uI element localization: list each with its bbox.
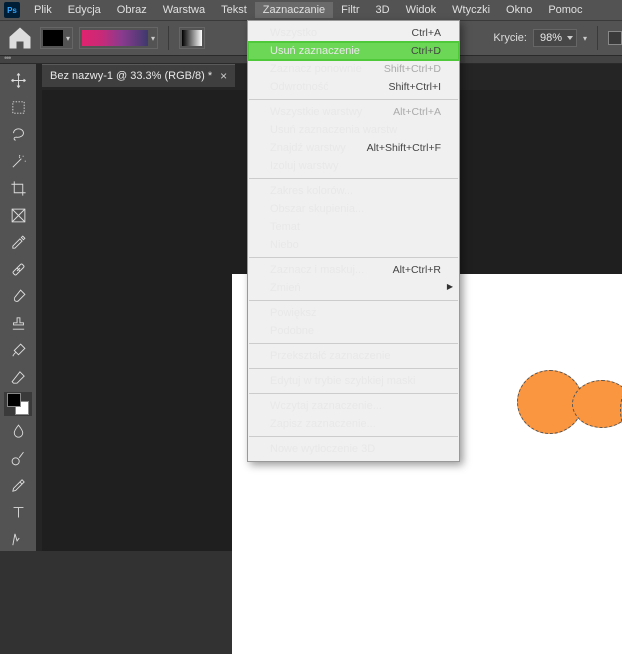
gradient-type[interactable]: [179, 27, 205, 49]
menu-item-temat[interactable]: Temat: [248, 218, 459, 236]
menu-wtyczki[interactable]: Wtyczki: [444, 2, 498, 18]
tool-marquee[interactable]: [4, 95, 32, 119]
opacity-label: Krycie:: [493, 32, 527, 44]
tool-stamp[interactable]: [4, 311, 32, 335]
tool-pen[interactable]: [4, 473, 32, 497]
option-checkbox[interactable]: [608, 31, 622, 45]
tool-path[interactable]: [4, 527, 32, 551]
menu-warstwa[interactable]: Warstwa: [155, 2, 213, 18]
menu-plik[interactable]: Plik: [26, 2, 60, 18]
tool-lasso[interactable]: [4, 122, 32, 146]
menu-item-powi-ksz[interactable]: Powiększ: [248, 304, 459, 322]
tool-move[interactable]: [4, 68, 32, 92]
menu-zaznaczanie[interactable]: Zaznaczanie: [255, 2, 333, 18]
home-icon[interactable]: [6, 24, 34, 52]
tool-blur[interactable]: [4, 419, 32, 443]
tool-eyedrop[interactable]: [4, 230, 32, 254]
menu-item-usu-zaznaczenie[interactable]: Usuń zaznaczenieCtrl+D: [248, 42, 459, 60]
menu-widok[interactable]: Widok: [398, 2, 445, 18]
opacity-chevron[interactable]: ▾: [583, 34, 587, 43]
menu-item-znajd-warstwy[interactable]: Znajdź warstwyAlt+Shift+Ctrl+F: [248, 139, 459, 157]
menu-obraz[interactable]: Obraz: [109, 2, 155, 18]
select-menu-dropdown: WszystkoCtrl+AUsuń zaznaczenieCtrl+DZazn…: [247, 20, 460, 462]
menu-okno[interactable]: Okno: [498, 2, 540, 18]
tool-crop[interactable]: [4, 176, 32, 200]
foreground-swatch[interactable]: ▾: [40, 27, 73, 49]
tool-gradient[interactable]: [4, 392, 32, 416]
close-icon[interactable]: ×: [220, 69, 227, 83]
menu-item-zakres-kolor-w-[interactable]: Zakres kolorów...: [248, 182, 459, 200]
menu-item-edytuj-w-trybie-szybkiej-maski[interactable]: Edytuj w trybie szybkiej maski: [248, 372, 459, 390]
menu-item-przekszta-zaznaczenie[interactable]: Przekształć zaznaczenie: [248, 347, 459, 365]
gradient-picker[interactable]: ▾: [79, 27, 158, 49]
menu-item-zaznacz-ponownie: Zaznacz ponownieShift+Ctrl+D: [248, 60, 459, 78]
menu-item-usu-zaznaczenia-warstw: Usuń zaznaczenia warstw: [248, 121, 459, 139]
menu-item-niebo[interactable]: Niebo: [248, 236, 459, 254]
menu-item-izoluj-warstwy: Izoluj warstwy: [248, 157, 459, 175]
tool-heal[interactable]: [4, 257, 32, 281]
menu-item-zaznacz-i-maskuj-[interactable]: Zaznacz i maskuj...Alt+Ctrl+R: [248, 261, 459, 279]
opacity-value[interactable]: 98%: [533, 29, 577, 47]
menu-3d[interactable]: 3D: [368, 2, 398, 18]
menu-item-odwrotno-[interactable]: OdwrotnośćShift+Ctrl+I: [248, 78, 459, 96]
app-logo: Ps: [4, 2, 20, 18]
menu-item-wszystko[interactable]: WszystkoCtrl+A: [248, 24, 459, 42]
menu-item-nowe-wyt-oczenie-3d: Nowe wytłoczenie 3D: [248, 440, 459, 458]
menu-filtr[interactable]: Filtr: [333, 2, 367, 18]
toolbar: [0, 64, 36, 551]
tool-type[interactable]: [4, 500, 32, 524]
menu-item-obszar-skupienia-[interactable]: Obszar skupienia...: [248, 200, 459, 218]
menu-tekst[interactable]: Tekst: [213, 2, 255, 18]
document-tab[interactable]: Bez nazwy-1 @ 33.3% (RGB/8) * ×: [42, 64, 235, 87]
menu-item-podobne[interactable]: Podobne: [248, 322, 459, 340]
menu-item-zapisz-zaznaczenie-[interactable]: Zapisz zaznaczenie...: [248, 415, 459, 433]
tab-title: Bez nazwy-1 @ 33.3% (RGB/8) *: [50, 70, 212, 82]
menubar: Ps PlikEdycjaObrazWarstwaTekstZaznaczani…: [0, 0, 622, 20]
tool-frame[interactable]: [4, 203, 32, 227]
menu-item-wszystkie-warstwy: Wszystkie warstwyAlt+Ctrl+A: [248, 103, 459, 121]
selection-blob: [572, 380, 622, 428]
tool-eraser[interactable]: [4, 365, 32, 389]
tool-history[interactable]: [4, 338, 32, 362]
menu-edycja[interactable]: Edycja: [60, 2, 109, 18]
menu-pomoc[interactable]: Pomoc: [540, 2, 590, 18]
tool-brush[interactable]: [4, 284, 32, 308]
tool-wand[interactable]: [4, 149, 32, 173]
menu-item-wczytaj-zaznaczenie-: Wczytaj zaznaczenie...: [248, 397, 459, 415]
menu-item-zmie-[interactable]: Zmień: [248, 279, 459, 297]
tool-dodge[interactable]: [4, 446, 32, 470]
